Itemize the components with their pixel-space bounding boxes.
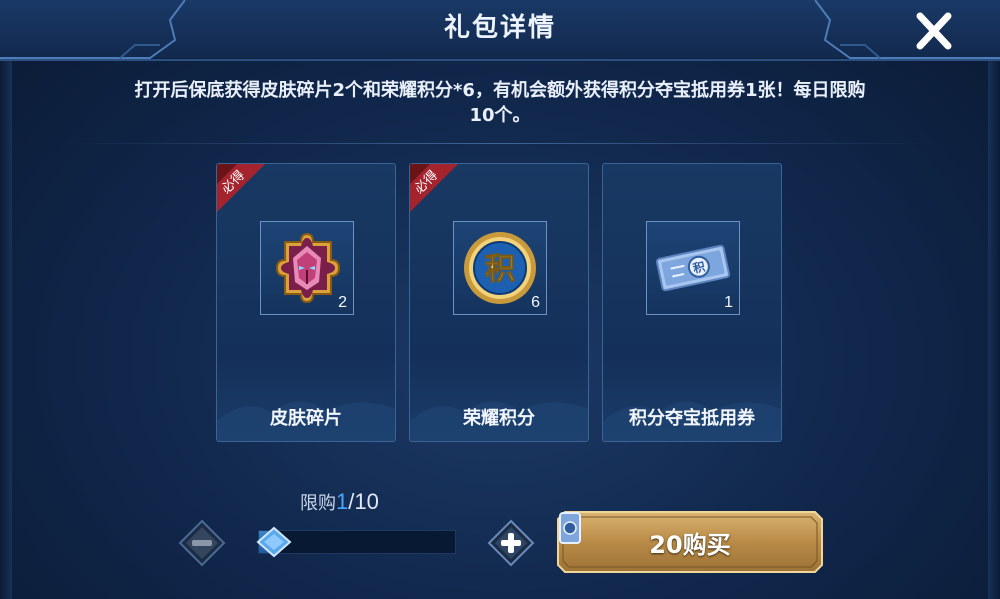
minus-icon — [178, 519, 226, 567]
quantity-slider-thumb[interactable] — [256, 526, 292, 558]
dialog-title: 礼包详情 — [443, 13, 556, 43]
limit-current-count: 1 — [336, 489, 349, 514]
buy-button-content: 20购买 — [557, 511, 823, 573]
gift-description: 打开后保底获得皮肤碎片2个和荣耀积分*6，有机会额外获得积分夺宝抵用券1张！每日… — [40, 78, 960, 128]
item-icon-frame: 积 6 — [453, 221, 547, 315]
divider — [60, 143, 940, 144]
description-line-2: 10个。 — [469, 105, 531, 126]
guaranteed-ribbon: 必得 — [410, 164, 458, 212]
item-quantity: 6 — [531, 294, 540, 311]
coupon-currency-icon — [559, 512, 581, 544]
svg-text:积: 积 — [485, 252, 515, 287]
decrease-button[interactable] — [177, 518, 227, 568]
item-name: 皮肤碎片 — [270, 408, 342, 429]
item-icon-frame: 积 1 — [646, 221, 740, 315]
purchase-limit-label: 限购1/10 — [300, 489, 410, 515]
item-quantity: 1 — [724, 294, 733, 311]
item-quantity: 2 — [338, 294, 347, 311]
item-card-glory-points[interactable]: 必得 积 6 荣耀积分 — [409, 163, 589, 442]
close-button[interactable] — [908, 8, 960, 54]
diamond-handle-icon — [256, 526, 292, 558]
limit-text: 限购 — [300, 493, 336, 514]
item-card-skin-fragment[interactable]: 必得 2 皮肤碎片 — [216, 163, 396, 442]
buy-button[interactable]: 20购买 — [557, 511, 823, 573]
limit-total-count: /10 — [348, 489, 379, 514]
plus-icon — [487, 519, 535, 567]
buy-button-label: 20购买 — [649, 530, 731, 559]
increase-button[interactable] — [486, 518, 536, 568]
left-border — [0, 0, 12, 599]
item-card-points-coupon[interactable]: 积 1 积分夺宝抵用券 — [602, 163, 782, 442]
gift-pack-dialog: 礼包详情 打开后保底获得皮肤碎片2个和荣耀积分*6，有机会额外获得积分夺宝抵用券… — [0, 0, 1000, 599]
item-icon-frame: 2 — [260, 221, 354, 315]
description-line-1: 打开后保底获得皮肤碎片2个和荣耀积分*6，有机会额外获得积分夺宝抵用券1张！每日… — [134, 80, 866, 101]
item-name: 积分夺宝抵用券 — [629, 408, 755, 429]
guaranteed-ribbon: 必得 — [217, 164, 265, 212]
item-name: 荣耀积分 — [463, 408, 535, 429]
right-border — [988, 0, 1000, 599]
close-icon — [916, 12, 952, 50]
